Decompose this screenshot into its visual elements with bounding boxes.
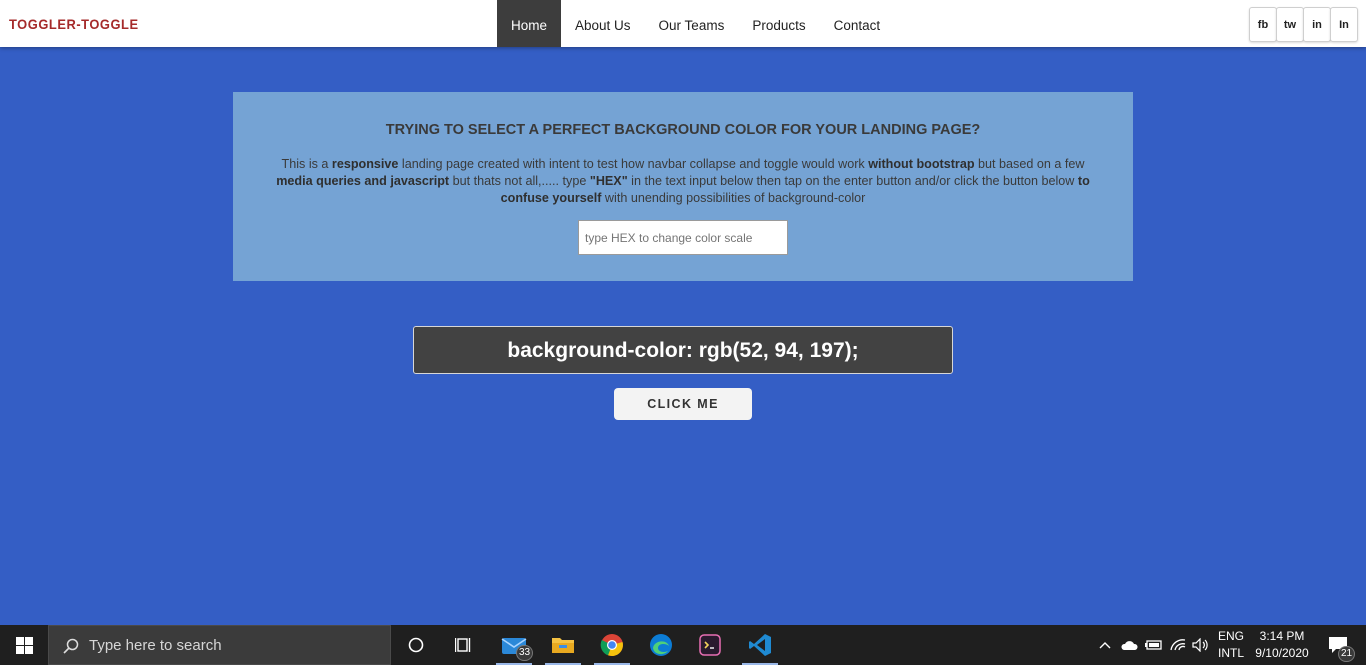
edge-icon[interactable] xyxy=(637,625,685,665)
facebook-button[interactable]: fb xyxy=(1249,7,1277,42)
nav-link-home[interactable]: Home xyxy=(497,0,562,47)
hero-text-bold: media queries and javascript xyxy=(276,174,450,188)
hero-text-segment: landing page created with intent to test… xyxy=(398,157,869,171)
hero-text-bold: without bootstrap xyxy=(868,157,975,171)
nav-link-contact[interactable]: Contact xyxy=(820,0,895,47)
show-hidden-icons-chevron-icon[interactable] xyxy=(1096,625,1114,665)
language-code: ENG xyxy=(1217,629,1244,643)
click-me-button[interactable]: CLICK ME xyxy=(614,388,752,420)
taskbar: Type here to search 33 ENG INTL 3:14 PM … xyxy=(0,625,1366,665)
brand-logo[interactable]: TOGGLER-TOGGLE xyxy=(9,16,139,32)
keyboard-layout: INTL xyxy=(1217,646,1244,660)
onedrive-cloud-icon[interactable] xyxy=(1118,625,1140,665)
task-view-icon[interactable] xyxy=(440,625,488,665)
cortana-icon[interactable] xyxy=(392,625,440,665)
nav-link-products[interactable]: Products xyxy=(738,0,819,47)
chrome-icon[interactable] xyxy=(588,625,636,665)
mail-icon[interactable]: 33 xyxy=(490,625,538,665)
notification-center-icon[interactable]: 21 xyxy=(1318,625,1358,665)
hero-text-segment: in the text input below then tap on the … xyxy=(627,174,1078,188)
hero-description: This is a responsive landing page create… xyxy=(271,156,1095,207)
hex-input[interactable] xyxy=(578,220,788,255)
notification-badge: 21 xyxy=(1338,646,1356,662)
terminal-icon[interactable] xyxy=(686,625,734,665)
language-indicator[interactable]: ENG INTL xyxy=(1213,625,1249,665)
twitter-button[interactable]: tw xyxy=(1276,7,1304,42)
social-links: fb tw in In xyxy=(1249,7,1358,42)
nav-link-about-us[interactable]: About Us xyxy=(561,0,645,47)
windows-icon xyxy=(15,636,33,654)
hero-text-segment: with unending possibilities of backgroun… xyxy=(601,191,866,205)
clock[interactable]: 3:14 PM 9/10/2020 xyxy=(1252,625,1312,665)
nav-links: Home About Us Our Teams Products Contact xyxy=(497,0,894,47)
clock-date: 9/10/2020 xyxy=(1255,646,1309,660)
nav-link-our-teams[interactable]: Our Teams xyxy=(645,0,739,47)
search-icon xyxy=(63,638,79,654)
vscode-icon[interactable] xyxy=(736,625,784,665)
search-placeholder: Type here to search xyxy=(89,637,222,654)
color-value-display: background-color: rgb(52, 94, 197); xyxy=(413,326,953,374)
clock-time: 3:14 PM xyxy=(1259,629,1305,643)
navbar: TOGGLER-TOGGLE Home About Us Our Teams P… xyxy=(0,0,1366,47)
hero-panel: TRYING TO SELECT A PERFECT BACKGROUND CO… xyxy=(233,92,1133,281)
wifi-icon[interactable] xyxy=(1166,625,1190,665)
mail-badge: 33 xyxy=(516,645,534,661)
volume-icon[interactable] xyxy=(1190,625,1212,665)
file-explorer-icon[interactable] xyxy=(539,625,587,665)
instagram-button[interactable]: in xyxy=(1303,7,1331,42)
hero-title: TRYING TO SELECT A PERFECT BACKGROUND CO… xyxy=(385,122,981,138)
start-button[interactable] xyxy=(0,625,48,665)
hero-text-bold: responsive xyxy=(331,157,399,171)
battery-icon[interactable] xyxy=(1142,625,1164,665)
hero-text-segment: but based on a few xyxy=(974,157,1085,171)
hero-text-bold: "HEX" xyxy=(589,174,628,188)
linkedin-button[interactable]: In xyxy=(1330,7,1358,42)
hero-text-segment: This is a xyxy=(281,157,332,171)
hero-text-segment: but thats not all,..... type xyxy=(449,174,590,188)
taskbar-search[interactable]: Type here to search xyxy=(48,625,391,665)
